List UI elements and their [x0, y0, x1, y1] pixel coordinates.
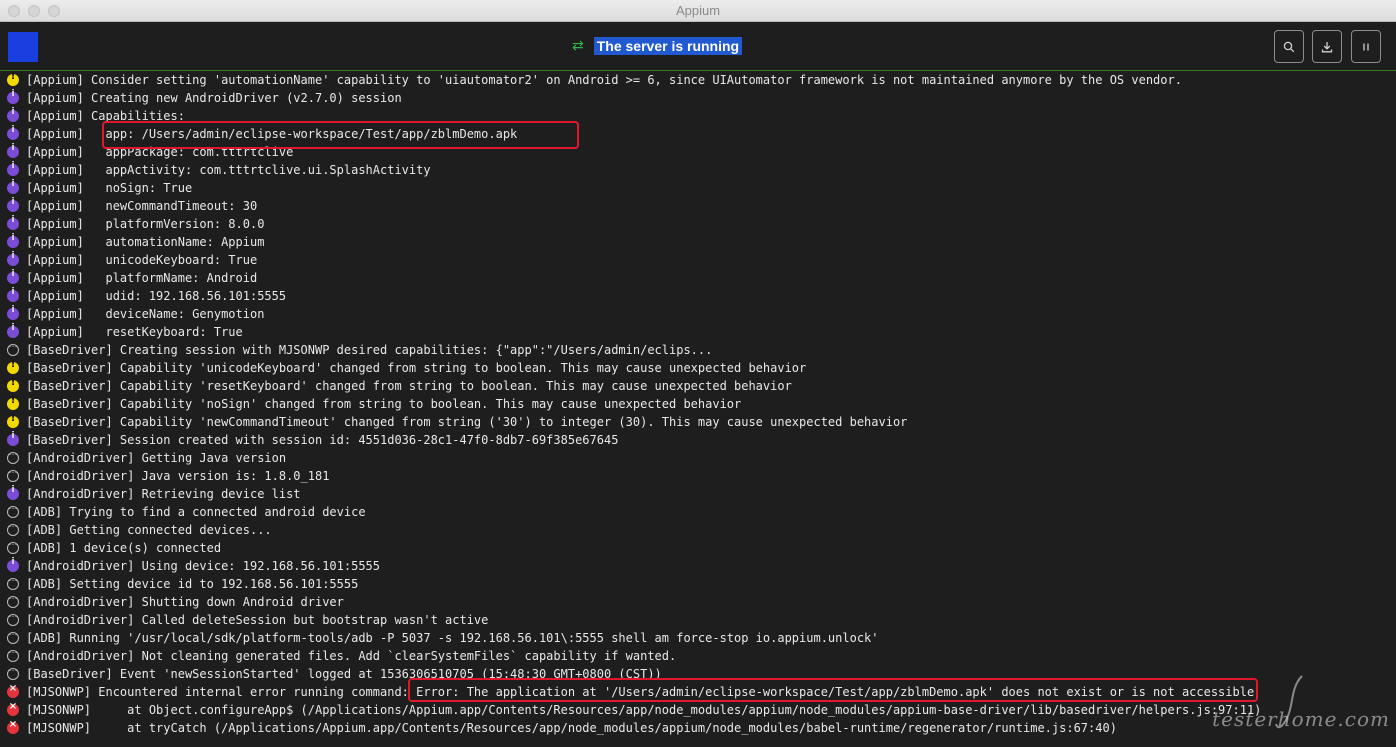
log-line-text: [BaseDriver] Capability 'newCommandTimeo…	[26, 415, 908, 429]
log-info-icon	[7, 557, 19, 572]
log-err-icon	[7, 701, 19, 716]
watermark: testerhome.com	[1212, 707, 1390, 731]
log-debug-icon	[7, 646, 19, 662]
log-info-icon	[7, 89, 19, 104]
log-debug-icon	[7, 466, 19, 482]
log-debug-icon	[7, 538, 19, 554]
log-debug-icon	[7, 340, 19, 356]
log-line-text: [Appium] newCommandTimeout: 30	[26, 199, 258, 213]
log-line-text: [AndroidDriver] Using device: 192.168.56…	[26, 559, 381, 573]
log-info-icon	[7, 197, 19, 212]
appium-logo	[8, 32, 38, 62]
log-warn-icon	[7, 395, 19, 410]
pause-server-button[interactable]	[1351, 30, 1381, 63]
log-debug-icon	[7, 592, 19, 608]
log-info-icon	[7, 251, 19, 266]
log-info-icon	[7, 107, 19, 122]
log-line-text: [AndroidDriver] Called deleteSession but…	[26, 613, 489, 627]
server-log[interactable]: [Appium] Consider setting 'automationNam…	[0, 71, 1396, 747]
log-line-text: [Appium] noSign: True	[26, 181, 193, 195]
log-line-text: [AndroidDriver] Java version is: 1.8.0_1…	[26, 469, 330, 483]
log-line-text: [BaseDriver] Capability 'resetKeyboard' …	[26, 379, 792, 393]
log-debug-icon	[7, 628, 19, 644]
log-line-text: [Appium] deviceName: Genymotion	[26, 307, 265, 321]
search-logs-button[interactable]	[1274, 30, 1304, 63]
log-line-text: [Appium] resetKeyboard: True	[26, 325, 243, 339]
log-line-text: [AndroidDriver] Retrieving device list	[26, 487, 301, 501]
log-info-icon	[7, 179, 19, 194]
log-info-icon	[7, 305, 19, 320]
log-line-text: [ADB] Getting connected devices...	[26, 523, 272, 537]
log-line-text: [Appium] appActivity: com.tttrtclive.ui.…	[26, 163, 431, 177]
log-debug-icon	[7, 520, 19, 536]
pause-icon	[1363, 43, 1369, 50]
log-info-icon	[7, 287, 19, 302]
window-titlebar: Appium	[0, 0, 1396, 22]
server-header: ⇄ The server is running	[0, 22, 1396, 70]
log-debug-icon	[7, 664, 19, 680]
log-debug-icon	[7, 574, 19, 590]
log-line-text: [BaseDriver] Capability 'unicodeKeyboard…	[26, 361, 807, 375]
log-warn-icon	[7, 377, 19, 392]
log-info-icon	[7, 161, 19, 176]
log-line-text: [Appium] udid: 192.168.56.101:5555	[26, 289, 287, 303]
log-line-text: [ADB] Setting device id to 192.168.56.10…	[26, 577, 359, 591]
log-warn-icon	[7, 413, 19, 428]
server-status: ⇄ The server is running	[572, 35, 743, 57]
log-line-text: [Appium] platformName: Android	[26, 271, 258, 285]
log-line-text: [Appium] Consider setting 'automationNam…	[26, 73, 1182, 87]
log-line-text: [MJSONWP] at Object.configureApp$ (/Appl…	[26, 703, 1262, 717]
download-logs-button[interactable]	[1312, 30, 1342, 63]
refresh-icon: ⇄	[572, 38, 584, 54]
log-line-text: [ADB] Trying to find a connected android…	[26, 505, 366, 519]
log-debug-icon	[7, 448, 19, 464]
log-info-icon	[7, 323, 19, 338]
log-line-text: [AndroidDriver] Not cleaning generated f…	[26, 649, 677, 663]
log-info-icon	[7, 485, 19, 500]
download-icon	[1321, 41, 1333, 52]
log-line-text: [BaseDriver] Creating session with MJSON…	[26, 343, 713, 357]
log-err-icon	[7, 719, 19, 734]
log-debug-icon	[7, 610, 19, 626]
log-line-text: [AndroidDriver] Shutting down Android dr…	[26, 595, 344, 609]
log-line-text: [Appium] automationName: Appium	[26, 235, 265, 249]
highlight-error-message	[408, 678, 1258, 702]
log-line-text: [ADB] 1 device(s) connected	[26, 541, 222, 555]
search-icon	[1283, 41, 1295, 52]
log-info-icon	[7, 143, 19, 158]
highlight-app-capability	[102, 121, 579, 149]
log-line-text: [BaseDriver] Capability 'noSign' changed…	[26, 397, 742, 411]
log-info-icon	[7, 431, 19, 446]
log-line-text: [ADB] Running '/usr/local/sdk/platform-t…	[26, 631, 879, 645]
log-warn-icon	[7, 71, 19, 86]
log-debug-icon	[7, 502, 19, 518]
log-warn-icon	[7, 359, 19, 374]
log-line-text: [Appium] unicodeKeyboard: True	[26, 253, 258, 267]
server-status-text: The server is running	[593, 37, 743, 55]
log-info-icon	[7, 215, 19, 230]
log-info-icon	[7, 269, 19, 284]
log-err-icon	[7, 683, 19, 698]
window-title: Appium	[675, 3, 721, 18]
log-line-text: [Appium] platformVersion: 8.0.0	[26, 217, 265, 231]
log-line-text: [BaseDriver] Session created with sessio…	[26, 433, 619, 447]
log-line-text: [Appium] Creating new AndroidDriver (v2.…	[26, 91, 402, 105]
log-info-icon	[7, 233, 19, 248]
log-info-icon	[7, 125, 19, 140]
log-line-text: [AndroidDriver] Getting Java version	[26, 451, 287, 465]
log-line-text: [MJSONWP] at tryCatch (/Applications/App…	[26, 721, 1117, 735]
